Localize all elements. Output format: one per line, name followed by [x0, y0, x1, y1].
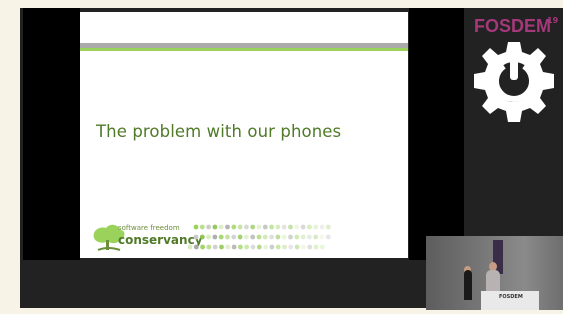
decorative-dot	[206, 224, 211, 230]
decorative-dot	[307, 244, 313, 250]
decorative-dot	[313, 244, 319, 250]
decorative-dots	[187, 224, 331, 250]
decorative-dot	[288, 244, 294, 250]
decorative-dot	[225, 224, 230, 230]
decorative-dot	[218, 224, 224, 230]
decorative-dot	[193, 244, 199, 250]
decorative-dot	[250, 234, 256, 240]
decorative-dot	[301, 244, 306, 250]
decorative-dot	[269, 244, 275, 250]
decorative-dot	[244, 244, 250, 250]
decorative-dot	[193, 234, 199, 240]
decorative-dot	[256, 224, 262, 230]
fosdem-year: 19	[547, 16, 559, 25]
decorative-dot	[199, 224, 205, 230]
decorative-dot	[319, 224, 325, 230]
decorative-dot	[250, 244, 256, 250]
presentation-slide: The problem with our phones software fre…	[80, 12, 408, 258]
decorative-dot	[307, 224, 312, 230]
decorative-dot	[269, 234, 274, 240]
decorative-dot	[199, 234, 205, 240]
slide-right-border	[409, 8, 464, 260]
decorative-dot	[212, 224, 218, 230]
decorative-dot	[237, 224, 243, 230]
decorative-dot	[262, 224, 268, 230]
decorative-dot	[282, 244, 287, 250]
decorative-dot	[281, 224, 287, 230]
decorative-dot	[231, 234, 237, 240]
slide-left-border	[23, 8, 80, 260]
decorative-dot	[307, 234, 312, 240]
decorative-dot	[206, 234, 211, 240]
decorative-dot	[294, 234, 300, 240]
podium-label: FOSDEM	[499, 294, 523, 300]
decorative-dot	[319, 234, 325, 240]
decorative-dot	[212, 244, 218, 250]
decorative-dot	[294, 224, 300, 230]
decorative-dot	[256, 244, 262, 250]
decorative-dot	[313, 224, 319, 230]
decorative-dot	[313, 234, 319, 240]
decorative-dot	[187, 244, 193, 250]
decorative-dot	[219, 244, 224, 250]
decorative-dot	[281, 234, 287, 240]
slide-title: The problem with our phones	[96, 122, 342, 141]
decorative-dot	[212, 234, 218, 240]
decorative-dot	[300, 224, 306, 230]
decorative-dot	[300, 234, 306, 240]
decorative-dot	[256, 234, 262, 240]
decorative-dot	[206, 244, 212, 250]
speaker-camera-feed: FOSDEM	[426, 236, 563, 310]
decorative-dot	[231, 244, 237, 250]
decorative-dot	[231, 224, 237, 230]
fosdem-logo-text: FOSDEM	[474, 16, 552, 36]
speaker-1	[464, 270, 472, 300]
decorative-dot	[262, 234, 268, 240]
decorative-dot	[237, 234, 243, 240]
decorative-dot	[250, 224, 256, 230]
logo-line-1: software freedom	[118, 224, 180, 232]
decorative-dot	[294, 244, 300, 250]
decorative-dot	[275, 244, 281, 250]
decorative-dot	[288, 234, 293, 240]
decorative-dot	[325, 234, 331, 240]
decorative-dot	[225, 234, 230, 240]
decorative-dot	[200, 244, 205, 250]
decorative-dot	[193, 224, 199, 230]
decorative-dot	[269, 224, 274, 230]
slide-header-bar-green	[80, 48, 408, 51]
decorative-dot	[319, 244, 325, 250]
speaker-2	[486, 270, 500, 292]
decorative-dot	[238, 244, 243, 250]
decorative-dot	[263, 244, 268, 250]
decorative-dot	[225, 244, 231, 250]
decorative-dot	[244, 224, 249, 230]
fosdem-gear-logo-icon	[474, 42, 554, 122]
decorative-dot	[275, 224, 281, 230]
decorative-dot	[218, 234, 224, 240]
decorative-dot	[288, 224, 293, 230]
decorative-dot	[325, 224, 331, 230]
decorative-dot	[275, 234, 281, 240]
decorative-dot	[244, 234, 249, 240]
